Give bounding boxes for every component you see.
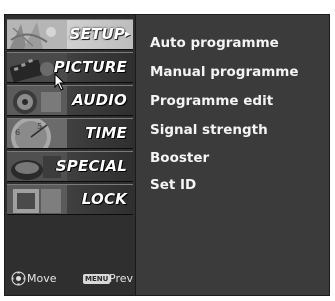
menu-footer: Move MENU Prev [5,265,136,293]
menu-item-label: AUDIO [72,91,127,109]
mouse-pointer-icon [54,72,66,91]
menu-item-setup[interactable]: SETUP ► [7,19,133,50]
main-menu: SETUP ► PICTURE AUDIO 6 5 TIME SPECIAL L… [5,15,136,295]
clock-thumbnail-icon: 6 5 [7,119,67,148]
submenu-item-signal-strength[interactable]: Signal strength [150,122,268,138]
menu-item-lock[interactable]: LOCK [7,184,133,215]
menu-item-audio[interactable]: AUDIO [7,85,133,116]
move-hint-label: Move [27,272,57,285]
menu-key-badge: MENU [83,274,111,284]
lock-thumbnail-icon [7,185,67,214]
svg-text:6: 6 [15,128,20,137]
setup-submenu: Auto programme Manual programme Programm… [137,15,329,295]
submenu-item-manual-programme[interactable]: Manual programme [150,64,299,80]
menu-item-label: SPECIAL [55,157,127,175]
setup-thumbnail-icon [7,20,67,49]
submenu-item-booster[interactable]: Booster [150,150,209,166]
menu-item-special[interactable]: SPECIAL [7,151,133,182]
submenu-item-set-id[interactable]: Set ID [150,177,196,193]
submenu-item-auto-programme[interactable]: Auto programme [150,35,279,51]
menu-item-label: LOCK [81,190,127,208]
osd-menu-panel: SETUP ► PICTURE AUDIO 6 5 TIME SPECIAL L… [4,14,330,296]
menu-item-label: SETUP [69,25,125,43]
menu-item-picture[interactable]: PICTURE [7,52,133,83]
submenu-item-programme-edit[interactable]: Programme edit [150,93,273,109]
navigation-pad-icon [11,271,26,286]
prev-hint-label: Prev [109,272,133,285]
submenu-arrow-icon: ► [123,29,132,39]
menu-item-label: TIME [85,124,127,142]
menu-item-time[interactable]: 6 5 TIME [7,118,133,149]
